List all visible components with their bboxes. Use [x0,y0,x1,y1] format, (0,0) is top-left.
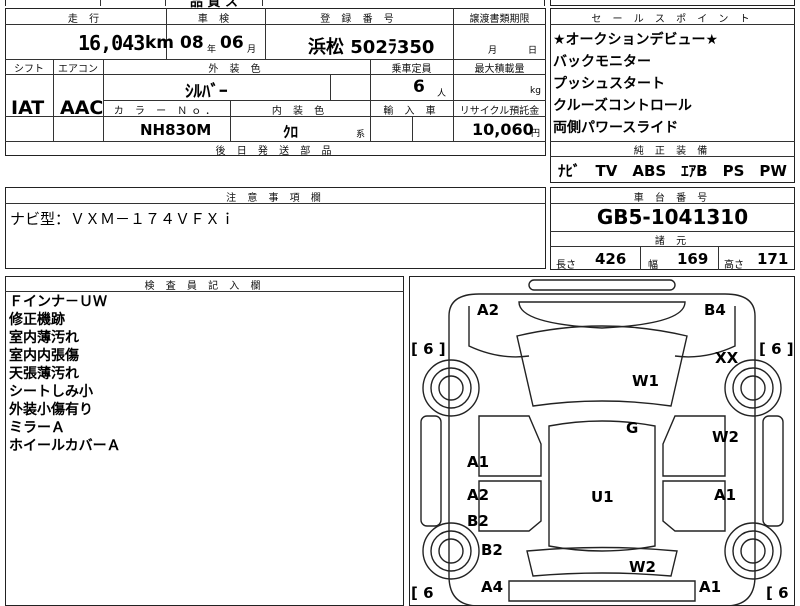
damage-mark: XX [715,349,739,367]
damage-mark: A4 [481,578,503,596]
interior-suffix: 系 [356,130,366,140]
inspector-note: 外装小傷有り [9,402,93,418]
width-label: 幅 [648,260,658,271]
inspector-note: ホイールカバーＡ [9,438,121,454]
load-unit: kg [530,86,541,96]
inspector-note: 室内薄汚れ [9,330,79,346]
mileage-label: 走 行 [67,14,104,25]
aircon-label: エアコン [58,64,98,75]
selling-point-item: プッシュスタート [553,76,665,92]
equipment-label: 純 正 装 備 [633,146,712,157]
recycle-label: リサイクル預託金 [459,106,540,117]
exterior-color-value: ｼﾙﾊﾞｰ [185,82,228,102]
tire-bracket: [ 6 ] [411,340,446,358]
damage-mark: B4 [704,301,726,319]
color-no-label: カ ラ ー Ｎｏ． [113,106,220,117]
equipment-value: ﾅﾋﾞ TV ABS ｴｱB PS PW [558,162,787,180]
length-value: 426 [595,250,627,268]
damage-mark: G [626,419,638,437]
damage-mark: A1 [699,578,721,596]
capacity-unit: 人 [437,89,447,99]
deadline-day: 日 [528,46,538,56]
length-label: 長さ [556,260,576,271]
selling-point-item: ★オークションデビュー★ [553,32,719,48]
deadline-month: 月 [488,46,498,56]
inspection-label: 車 検 [197,14,234,25]
damage-mark: B2 [481,541,503,559]
tire-bracket: [ 6 [411,584,434,602]
damage-mark: W1 [632,372,659,390]
inspection-month: 06 [220,33,244,53]
shift-label: シフト [14,64,44,75]
later-parts-label: 後 日 発 送 部 品 [215,146,336,157]
damage-mark: A2 [477,301,499,319]
tire-bracket: [ 6 [766,584,789,602]
caution-label: 注 意 事 項 欄 [226,193,325,204]
aircon-value: AAC [60,97,104,119]
inspector-note: ミラーＡ [9,420,65,436]
damage-mark: W2 [712,428,739,446]
shift-value: IAT [11,97,45,119]
capacity-label: 乗車定員 [391,64,432,75]
selling-point-item: 両側パワースライド [553,120,679,136]
dims-label: 諸 元 [654,236,691,247]
chassis-label: 車 台 番 号 [633,193,712,204]
inspector-note: シートしみ小 [9,384,93,400]
damage-mark: A2 [467,486,489,504]
capacity-value: 6 [413,77,425,97]
damage-mark: A1 [467,453,489,471]
inspection-year-unit: 年 [207,45,217,55]
mileage-unit: km [145,33,175,53]
exterior-color-label: 外 装 色 [208,64,265,75]
interior-color-value: ｸﾛ [283,123,299,141]
transfer-deadline-label: 譲渡書類期限 [469,14,530,25]
vehicle-diagram: [ 6 ] [ 6 ] [ 6 [ 6 A2 B4 XX W1 G W2 A1 … [411,279,794,606]
top-strip [5,0,545,6]
damage-mark: W2 [629,558,656,576]
damage-mark: A1 [714,486,736,504]
damage-mark: U1 [591,488,614,506]
recycle-value: 10,060 [472,120,534,139]
width-value: 169 [677,250,709,268]
damage-mark: B2 [467,512,489,530]
selling-points-label: セ ー ル ス ポ イ ン ト [591,14,754,25]
import-label: 輸 入 車 [383,106,440,117]
height-label: 高さ [724,260,744,271]
inspector-label: 検 査 員 記 入 欄 [144,281,265,292]
tire-bracket: [ 6 ] [759,340,794,358]
selling-point-item: バックモニター [553,54,651,70]
recycle-unit: 円 [531,129,541,139]
selling-point-item: クルーズコントロール [553,98,692,114]
mileage-value: 16,043 [78,31,145,55]
inspector-note: 修正機跡 [9,312,65,328]
color-no-value: NH830M [140,121,212,139]
inspection-month-unit: 月 [247,45,257,55]
max-load-label: 最大積載量 [474,64,525,75]
inspector-note: 室内内張傷 [9,348,79,364]
registration-label: 登 録 番 号 [320,14,398,25]
inspector-note: Ｆインナ－ＵＷ [9,294,107,310]
caution-value: ナビ型：ＶＸＭ－１７４ＶＦＸｉ [10,210,236,228]
interior-color-label: 内 装 色 [271,106,329,117]
chassis-number: GB5-1041310 [596,205,749,229]
inspection-year: 08 [180,33,204,53]
registration-value: 浜松 502ﾗ350 [308,37,435,58]
inspector-note: 天張薄汚れ [9,366,79,382]
height-value: 171 [757,250,789,268]
top-strip-right [550,0,795,6]
